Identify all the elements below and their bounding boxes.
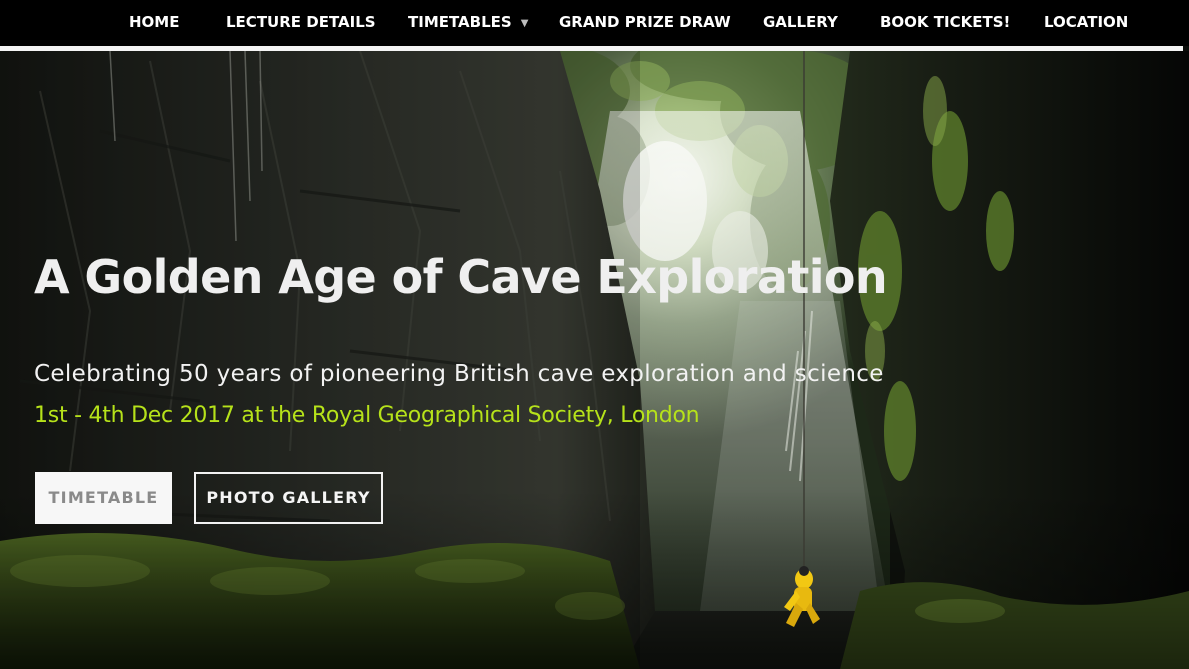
hero-background-image bbox=[0, 51, 1189, 669]
cave-shaft-scene bbox=[0, 51, 1189, 669]
timetable-button[interactable]: TIMETABLE bbox=[35, 472, 172, 524]
hero-title: A Golden Age of Cave Exploration bbox=[34, 250, 888, 304]
main-navigation: HOME LECTURE DETAILS TIMETABLES ▼ GRAND P… bbox=[0, 0, 1189, 46]
nav-divider bbox=[0, 46, 1183, 51]
nav-home[interactable]: HOME bbox=[129, 0, 179, 44]
hero-subtitle: Celebrating 50 years of pioneering Briti… bbox=[34, 361, 884, 387]
chevron-down-icon: ▼ bbox=[520, 18, 529, 29]
nav-grand-prize-draw[interactable]: GRAND PRIZE DRAW bbox=[559, 0, 731, 44]
nav-timetables[interactable]: TIMETABLES ▼ bbox=[408, 0, 528, 44]
nav-lecture-details[interactable]: LECTURE DETAILS bbox=[226, 0, 376, 44]
page: HOME LECTURE DETAILS TIMETABLES ▼ GRAND P… bbox=[0, 0, 1189, 669]
photo-gallery-button[interactable]: PHOTO GALLERY bbox=[194, 472, 383, 524]
nav-book-tickets[interactable]: BOOK TICKETS! bbox=[880, 0, 1010, 44]
nav-timetables-label: TIMETABLES bbox=[408, 13, 512, 31]
event-date-location: 1st - 4th Dec 2017 at the Royal Geograph… bbox=[34, 403, 700, 428]
nav-gallery[interactable]: GALLERY bbox=[763, 0, 838, 44]
nav-location[interactable]: LOCATION bbox=[1044, 0, 1128, 44]
